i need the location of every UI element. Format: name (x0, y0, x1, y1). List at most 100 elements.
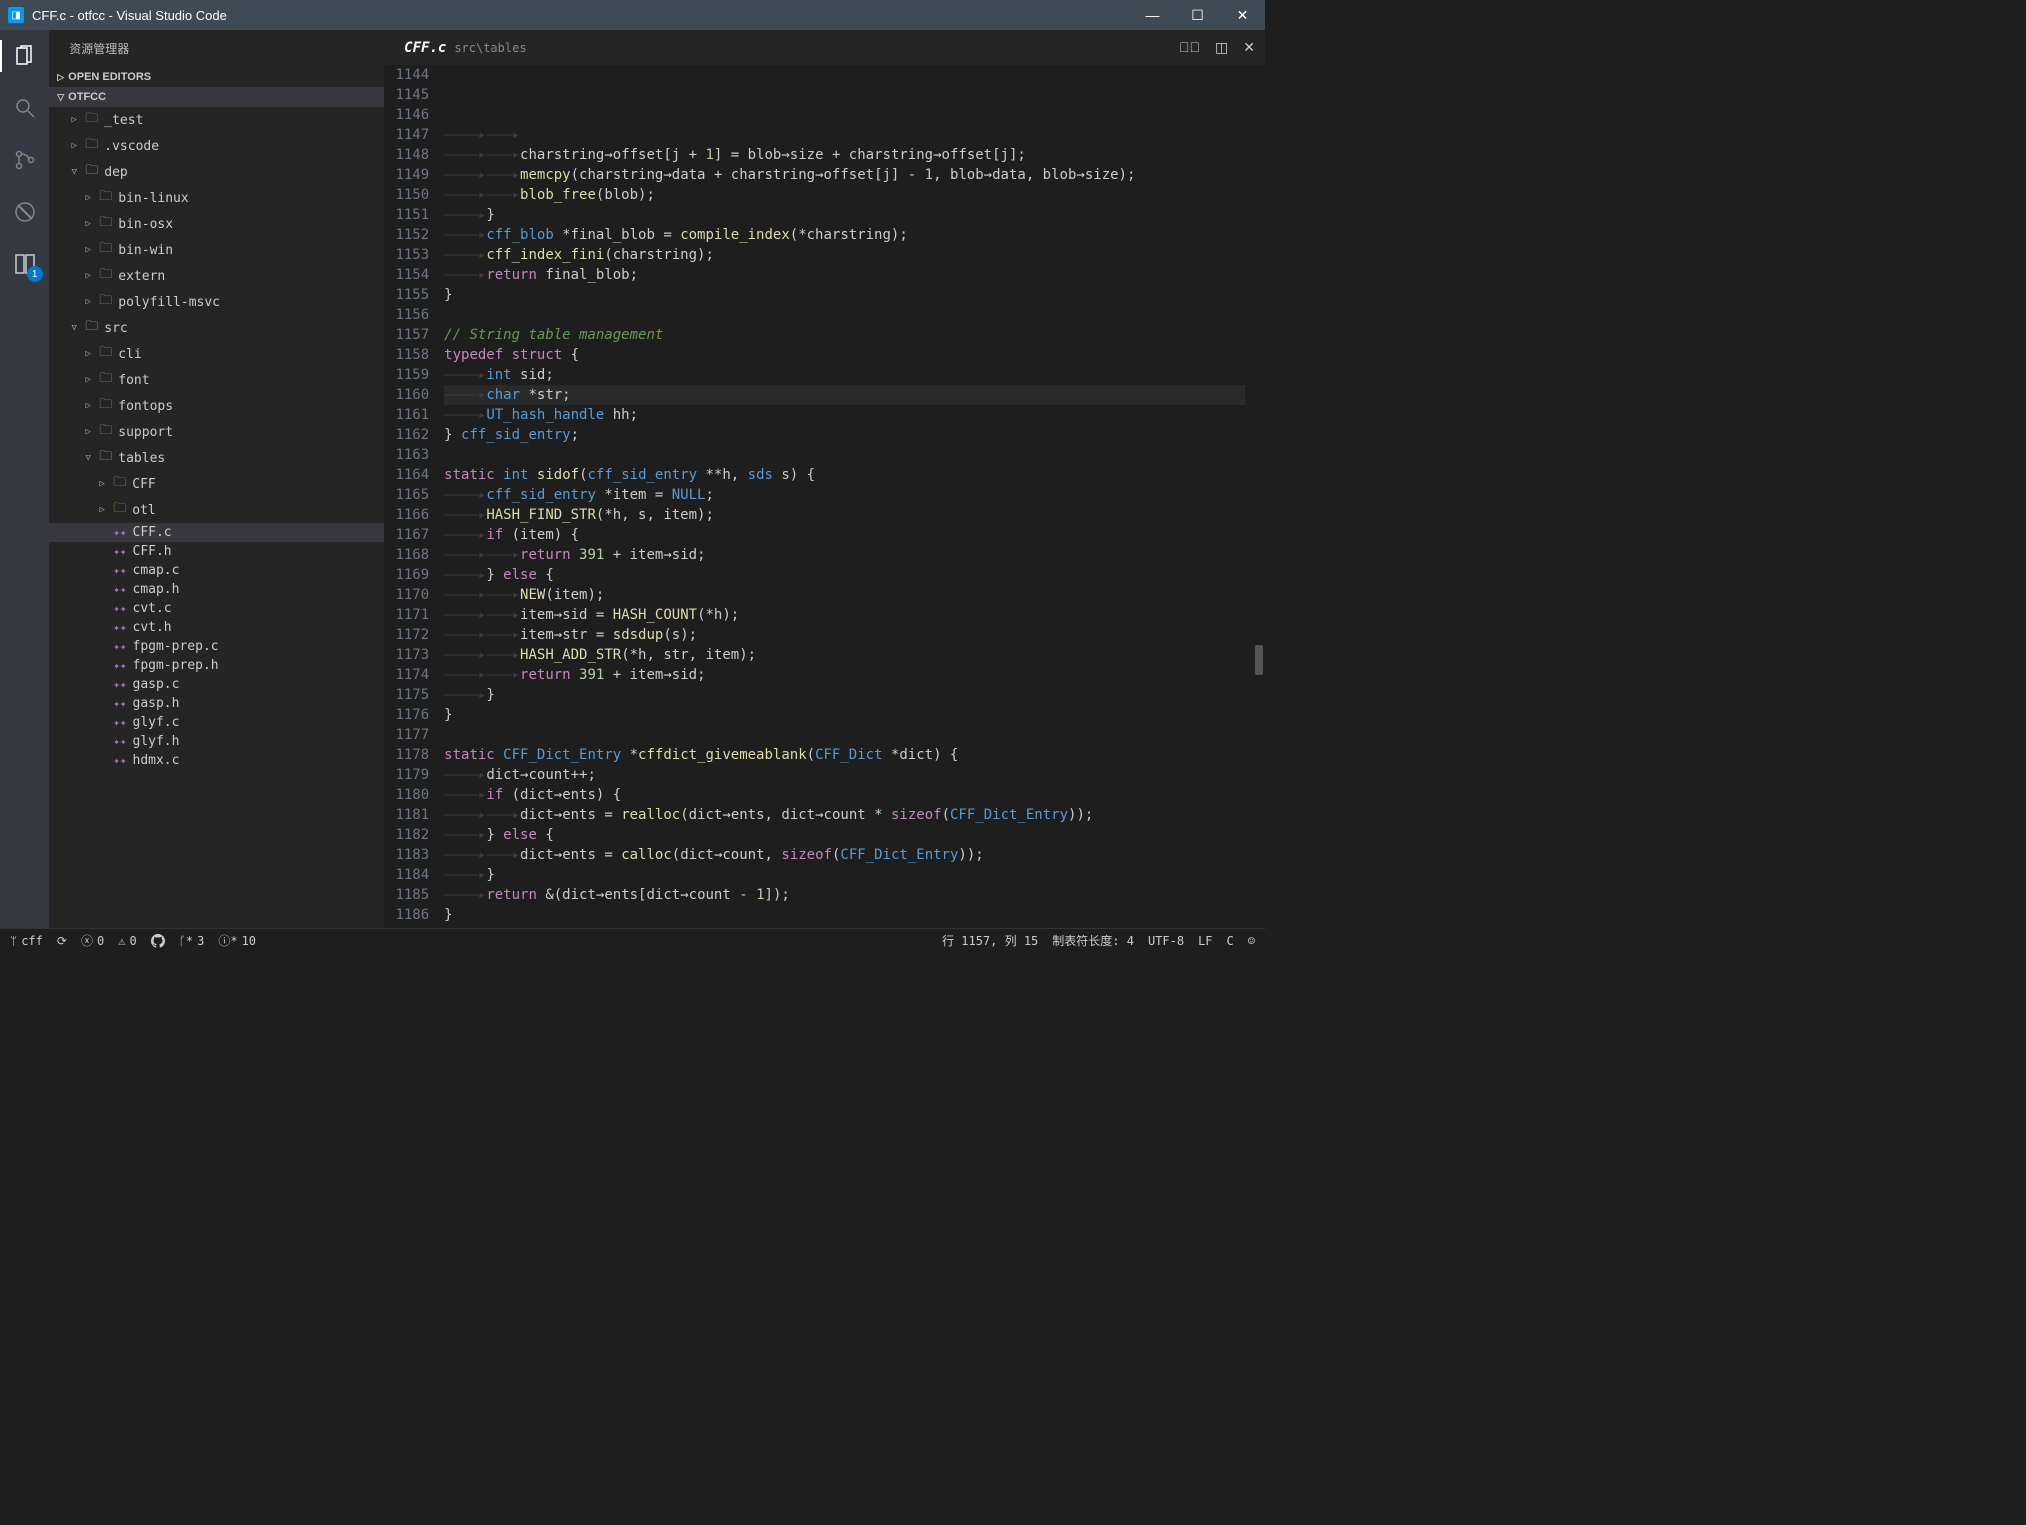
file-item[interactable]: ✦✦glyf.c (49, 713, 384, 732)
folder-item[interactable]: ▽🗀tables (49, 445, 384, 471)
code-line[interactable]: ————▸} else { (444, 565, 1245, 585)
folder-item[interactable]: ▷🗀.vscode (49, 133, 384, 159)
errors-status[interactable]: ⓧ 0 (81, 932, 104, 949)
code-line[interactable] (444, 725, 1245, 745)
code-line[interactable]: static CFF_Dict_Entry *cffdict_givemeabl… (444, 745, 1245, 765)
file-tree[interactable]: ▷🗀_test▷🗀.vscode▽🗀dep▷🗀bin-linux▷🗀bin-os… (49, 107, 384, 928)
folder-item[interactable]: ▷🗀CFF (49, 471, 384, 497)
code-line[interactable]: ————▸if (dict→ents) { (444, 785, 1245, 805)
file-item[interactable]: ✦✦fpgm-prep.c (49, 637, 384, 656)
code-line[interactable]: ————▸if (item) { (444, 525, 1245, 545)
split-editor-icon[interactable]: ◫ (1215, 39, 1228, 56)
folder-item[interactable]: ▽🗀src (49, 315, 384, 341)
tab-size[interactable]: 制表符长度: 4 (1052, 932, 1134, 949)
code-line[interactable]: ————▸char *str; (444, 385, 1245, 405)
edits-icon[interactable]: 1 (9, 248, 41, 280)
folder-item[interactable]: ▷🗀cli (49, 341, 384, 367)
code-content[interactable]: ————▸———▸————▸———▸charstring→offset[j + … (444, 65, 1265, 928)
code-line[interactable]: ————▸} (444, 865, 1245, 885)
file-item[interactable]: ✦✦hdmx.c (49, 751, 384, 770)
cursor-position[interactable]: 行 1157, 列 15 (942, 932, 1038, 949)
file-item[interactable]: ✦✦cmap.c (49, 561, 384, 580)
file-item[interactable]: ✦✦cmap.h (49, 580, 384, 599)
code-line[interactable]: ————▸———▸NEW(item); (444, 585, 1245, 605)
explorer-icon[interactable] (9, 40, 41, 72)
feedback-icon[interactable]: ☺ (1248, 934, 1255, 948)
scrollbar-thumb[interactable] (1255, 645, 1263, 675)
folder-item[interactable]: ▷🗀polyfill-msvc (49, 289, 384, 315)
code-line[interactable]: ————▸———▸ (444, 125, 1245, 145)
project-section[interactable]: OTFCC (49, 87, 384, 107)
folder-item[interactable]: ▷🗀bin-win (49, 237, 384, 263)
code-line[interactable]: ————▸———▸item→sid = HASH_COUNT(*h); (444, 605, 1245, 625)
folder-item[interactable]: ▷🗀font (49, 367, 384, 393)
code-line[interactable]: typedef struct { (444, 345, 1245, 365)
code-line[interactable]: ————▸———▸HASH_ADD_STR(*h, str, item); (444, 645, 1245, 665)
maximize-button[interactable]: ☐ (1175, 0, 1220, 30)
github-icon[interactable] (151, 934, 165, 948)
code-line[interactable]: ————▸dict→count++; (444, 765, 1245, 785)
code-line[interactable]: ————▸———▸charstring→offset[j + 1] = blob… (444, 145, 1245, 165)
code-line[interactable]: ————▸cff_index_fini(charstring); (444, 245, 1245, 265)
code-line[interactable]: ————▸———▸dict→ents = realloc(dict→ents, … (444, 805, 1245, 825)
code-line[interactable]: ————▸} (444, 685, 1245, 705)
code-line[interactable]: ————▸cff_sid_entry *item = NULL; (444, 485, 1245, 505)
code-line[interactable]: } (444, 905, 1245, 925)
folder-item[interactable]: ▷🗀extern (49, 263, 384, 289)
code-line[interactable]: ————▸} (444, 205, 1245, 225)
code-line[interactable]: ————▸———▸memcpy(charstring→data + charst… (444, 165, 1245, 185)
code-line[interactable]: } cff_sid_entry; (444, 425, 1245, 445)
code-line[interactable]: } (444, 705, 1245, 725)
code-line[interactable]: ————▸———▸return 391 + item→sid; (444, 665, 1245, 685)
folder-item[interactable]: ▷🗀_test (49, 107, 384, 133)
code-line[interactable]: ————▸UT_hash_handle hh; (444, 405, 1245, 425)
compare-changes-icon[interactable]: ⬚⃕ (1179, 39, 1200, 56)
code-line[interactable]: ————▸cff_blob *final_blob = compile_inde… (444, 225, 1245, 245)
git-branch-status[interactable]: ᛘ cff (10, 934, 43, 948)
code-line[interactable] (444, 305, 1245, 325)
language-mode[interactable]: C (1227, 934, 1234, 948)
debug-icon[interactable] (9, 196, 41, 228)
code-line[interactable]: // String table management (444, 325, 1245, 345)
folder-item[interactable]: ▷🗀bin-linux (49, 185, 384, 211)
file-item[interactable]: ✦✦cvt.h (49, 618, 384, 637)
code-line[interactable]: ————▸HASH_FIND_STR(*h, s, item); (444, 505, 1245, 525)
open-editors-section[interactable]: OPEN EDITORS (49, 67, 384, 87)
eol[interactable]: LF (1198, 934, 1212, 948)
sync-icon[interactable]: ⟳ (57, 934, 67, 948)
code-editor[interactable]: 1144114511461147114811491150115111521153… (384, 65, 1265, 928)
warnings-status[interactable]: ⚠ 0 (118, 934, 136, 948)
code-line[interactable]: static int sidof(cff_sid_entry **h, sds … (444, 465, 1245, 485)
file-item[interactable]: ✦✦gasp.c (49, 675, 384, 694)
pull-requests-status[interactable]: ᚴ* 3 (179, 934, 205, 948)
folder-item[interactable]: ▷🗀fontops (49, 393, 384, 419)
file-item[interactable]: ✦✦glyf.h (49, 732, 384, 751)
code-line[interactable]: ————▸———▸return 391 + item→sid; (444, 545, 1245, 565)
code-line[interactable]: ————▸return final_blob; (444, 265, 1245, 285)
file-item[interactable]: ✦✦CFF.c (49, 523, 384, 542)
tab-filename[interactable]: CFF.c (404, 40, 446, 56)
code-line[interactable]: ————▸int sid; (444, 365, 1245, 385)
minimize-button[interactable]: — (1130, 0, 1175, 30)
file-item[interactable]: ✦✦cvt.c (49, 599, 384, 618)
close-button[interactable]: ✕ (1220, 0, 1265, 30)
search-icon[interactable] (9, 92, 41, 124)
folder-item[interactable]: ▷🗀bin-osx (49, 211, 384, 237)
encoding[interactable]: UTF-8 (1148, 934, 1184, 948)
file-item[interactable]: ✦✦CFF.h (49, 542, 384, 561)
code-line[interactable]: } (444, 285, 1245, 305)
code-line[interactable]: ————▸———▸item→str = sdsdup(s); (444, 625, 1245, 645)
file-item[interactable]: ✦✦fpgm-prep.h (49, 656, 384, 675)
code-line[interactable]: ————▸return &(dict→ents[dict→count - 1])… (444, 885, 1245, 905)
code-line[interactable]: static void cffdict_input(CFF_Dict *dict… (444, 925, 1245, 928)
code-line[interactable]: ————▸———▸dict→ents = calloc(dict→count, … (444, 845, 1245, 865)
folder-item[interactable]: ▽🗀dep (49, 159, 384, 185)
code-line[interactable]: ————▸———▸blob_free(blob); (444, 185, 1245, 205)
code-line[interactable]: ————▸} else { (444, 825, 1245, 845)
source-control-icon[interactable] (9, 144, 41, 176)
folder-item[interactable]: ▷🗀support (49, 419, 384, 445)
issues-status[interactable]: ⓘ* 10 (218, 932, 256, 949)
folder-item[interactable]: ▷🗀otl (49, 497, 384, 523)
file-item[interactable]: ✦✦gasp.h (49, 694, 384, 713)
code-line[interactable] (444, 445, 1245, 465)
